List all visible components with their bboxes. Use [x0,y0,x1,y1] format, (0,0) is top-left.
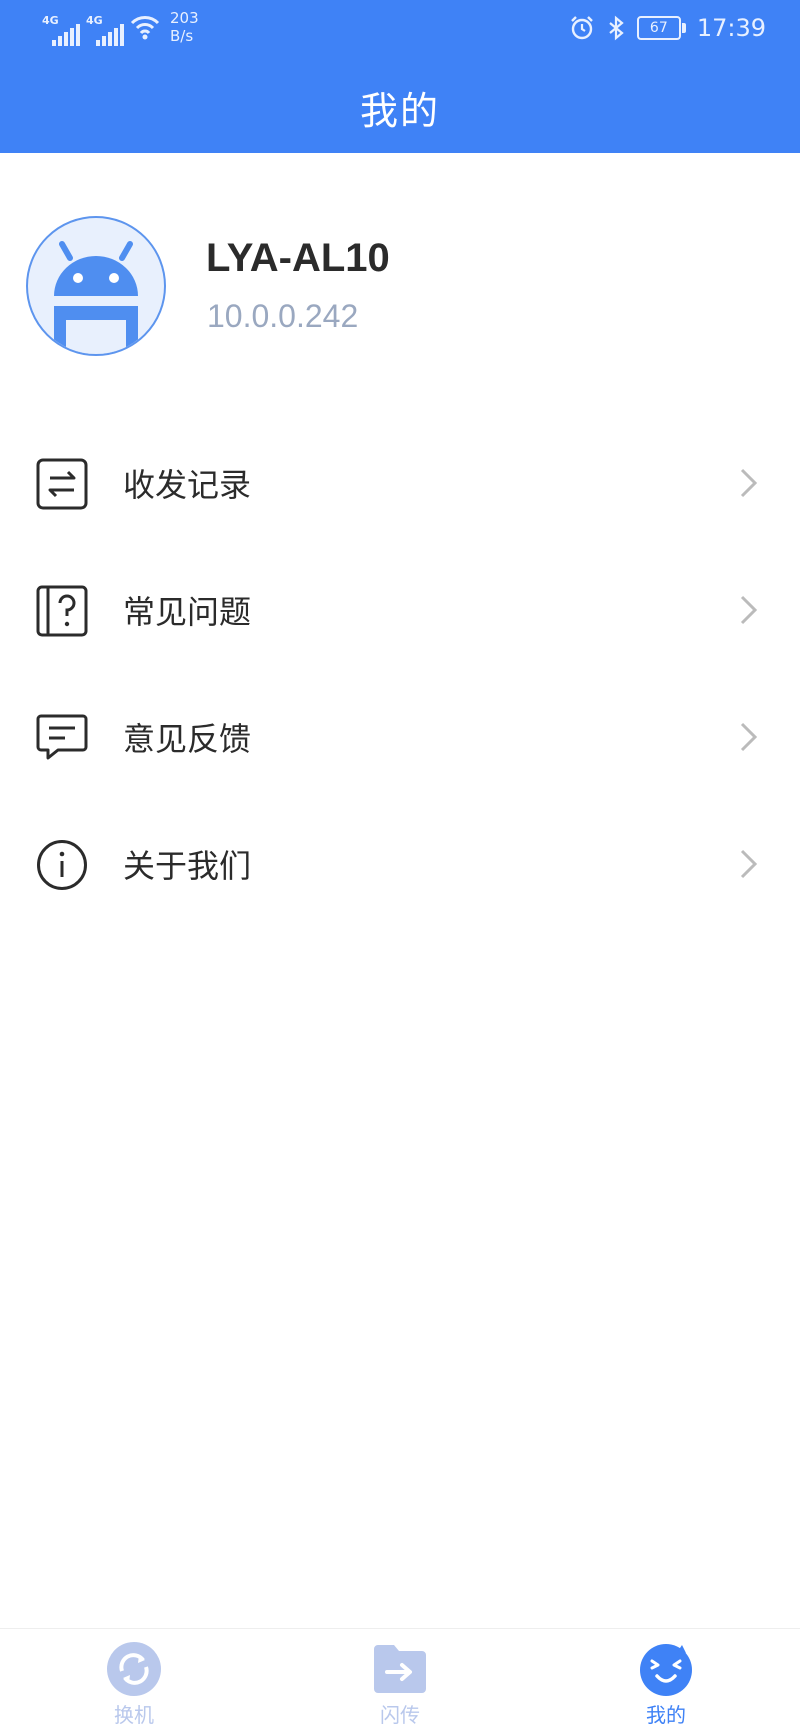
page-title: 我的 [359,89,440,133]
app-header: 4G 4G 203 B/s 67 17:39 我的 [0,0,800,153]
menu-item-label: 常见问题 [123,593,252,631]
status-bar: 4G 4G 203 B/s 67 17:39 [0,0,800,54]
transfer-record-icon [36,458,88,510]
me-face-icon [640,1644,692,1696]
alarm-icon [570,16,593,40]
avatar [26,216,166,356]
menu-item-transfer-records[interactable]: 收发记录 [0,428,800,538]
device-ip: 10.0.0.242 [207,298,359,334]
menu-item-label: 收发记录 [123,466,252,504]
battery-indicator: 67 [636,16,686,40]
nav-tab-flash-transfer[interactable]: 闪传 [340,1641,460,1735]
menu-item-label: 关于我们 [123,847,252,885]
nav-tab-me[interactable]: 我的 [606,1641,726,1735]
net-speed-value: 203 [170,9,199,27]
chevron-right-icon [740,468,758,498]
bluetooth-icon [609,15,624,41]
menu-item-label: 意见反馈 [123,720,252,758]
menu-item-about-us[interactable]: 关于我们 [0,809,800,919]
menu-item-feedback[interactable]: 意见反馈 [0,682,800,792]
net-speed: 203 B/s [170,9,199,45]
status-time: 17:39 [696,14,766,42]
flash-transfer-icon [374,1645,426,1693]
nav-tab-label: 闪传 [380,1703,420,1727]
wifi-icon [130,16,160,40]
nav-tab-label: 换机 [114,1703,154,1727]
chevron-right-icon [740,849,758,879]
info-icon [37,840,87,890]
status-right-group: 67 17:39 [569,10,766,46]
faq-book-icon [36,585,88,637]
nav-tab-switch-phone[interactable]: 换机 [74,1641,194,1735]
feedback-message-icon [36,714,88,760]
nav-tab-label: 我的 [646,1703,686,1727]
menu-item-faq[interactable]: 常见问题 [0,555,800,665]
android-robot-icon [54,241,138,354]
net-speed-unit: B/s [170,27,194,45]
bottom-nav: 换机 闪传 我的 [0,1628,800,1735]
device-name: LYA-AL10 [206,236,390,280]
chevron-right-icon [740,595,758,625]
switch-phone-icon [107,1642,161,1696]
chevron-right-icon [740,722,758,752]
